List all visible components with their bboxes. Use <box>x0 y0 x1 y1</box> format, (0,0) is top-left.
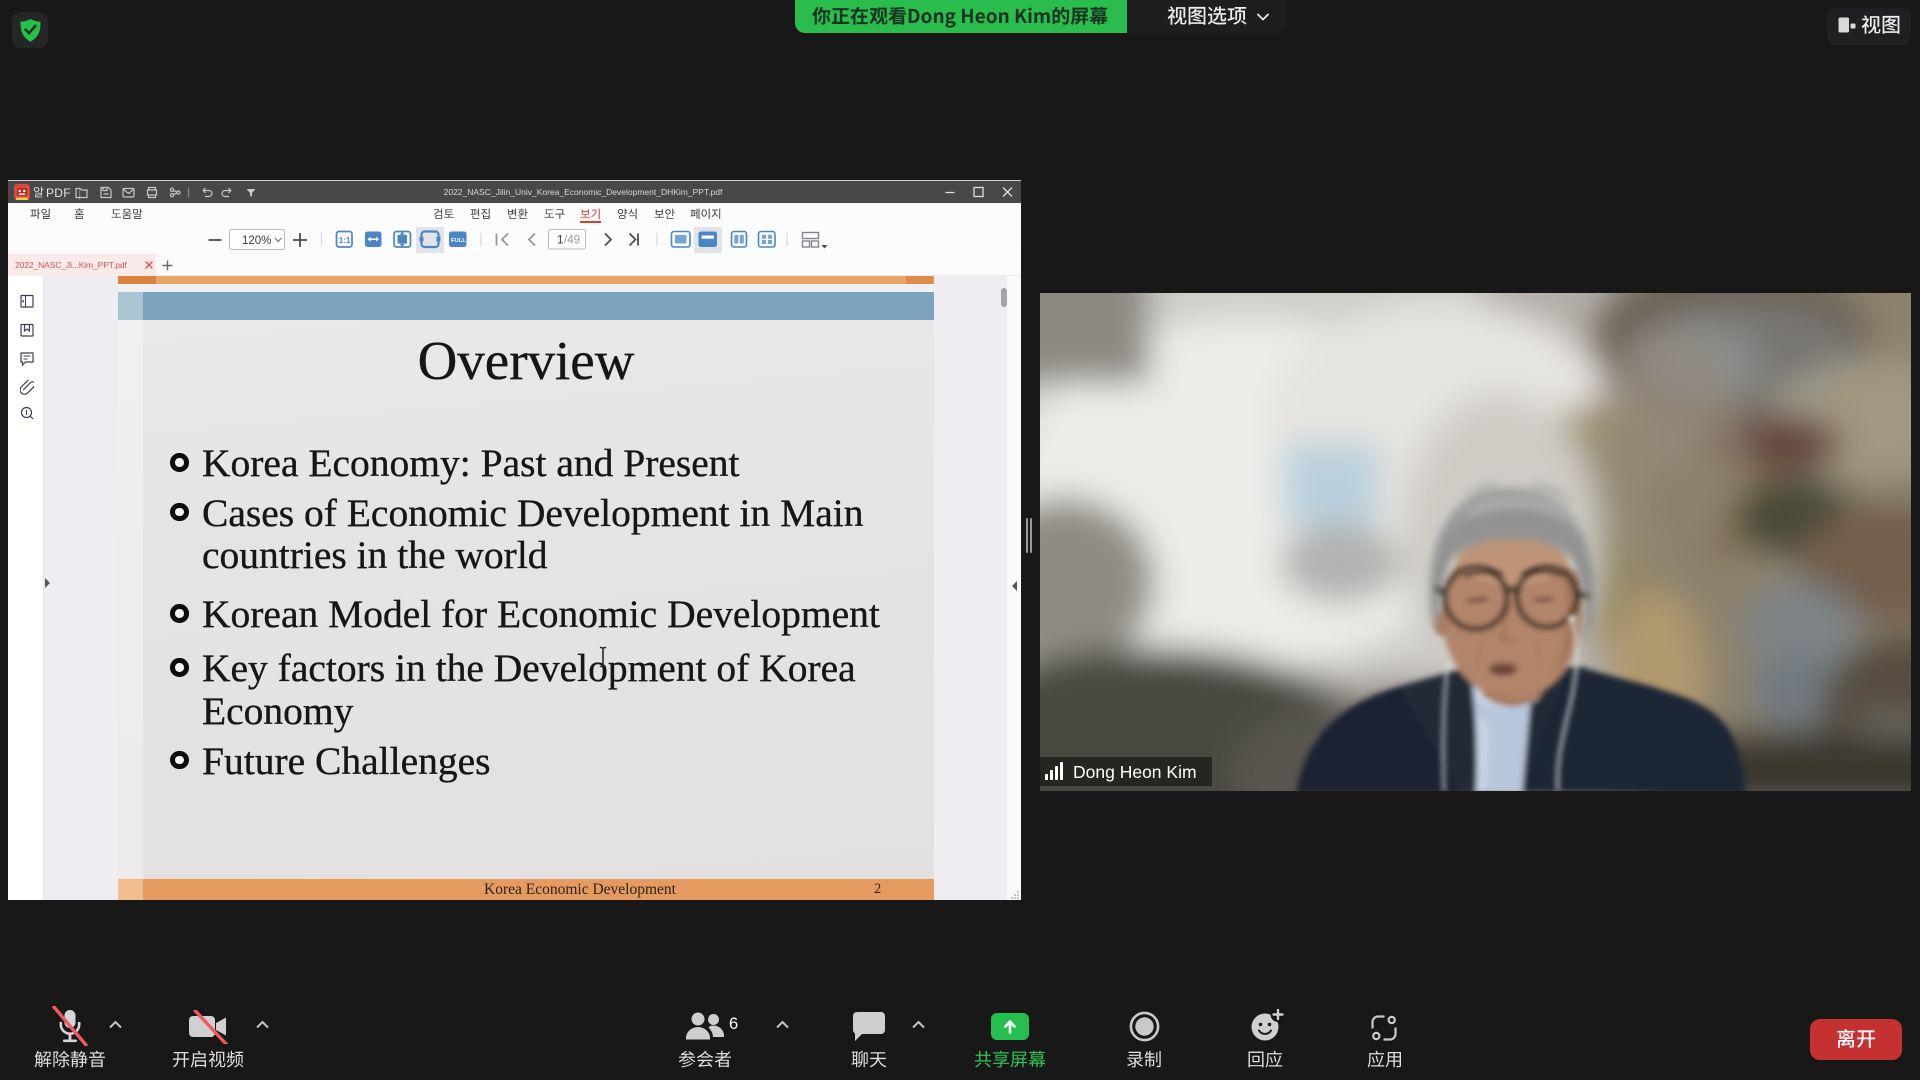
svg-text:/49: /49 <box>564 235 580 247</box>
svg-text:120%: 120% <box>242 235 271 247</box>
svg-text:1: 1 <box>557 235 563 247</box>
svg-text:FULL: FULL <box>451 238 466 244</box>
svg-text:1:1: 1:1 <box>339 236 351 245</box>
